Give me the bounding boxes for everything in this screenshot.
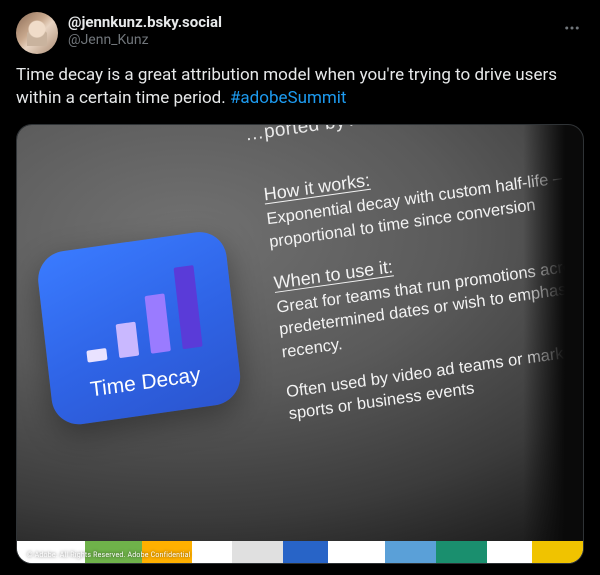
user-names[interactable]: @jennkunz.bsky.social @Jenn_Kunz (68, 12, 222, 49)
ellipsis-icon (563, 19, 581, 37)
time-decay-card: Time Decay (35, 228, 243, 427)
more-button[interactable] (556, 12, 588, 44)
tweet-header: @jennkunz.bsky.social @Jenn_Kunz (16, 12, 584, 54)
avatar[interactable] (16, 12, 58, 54)
card-label: Time Decay (89, 363, 202, 402)
user-handle: @Jenn_Kunz (68, 32, 222, 50)
slide-footer-text: © Adobe. All Rights Reserved. Adobe Conf… (27, 551, 191, 559)
slide-top-caption: …ported by Attribution IQ (244, 124, 465, 147)
display-name: @jennkunz.bsky.social (68, 13, 222, 32)
tweet-container: @jennkunz.bsky.social @Jenn_Kunz Time de… (0, 0, 600, 564)
slide-content: …ported by Attribution IQ Time Decay How… (16, 124, 584, 564)
photo-right-shadow (523, 125, 583, 563)
slide-photo: …ported by Attribution IQ Time Decay How… (17, 125, 583, 563)
tweet-text: Time decay is a great attribution model … (16, 64, 584, 110)
bar-chart-icon (78, 265, 202, 363)
media-attachment[interactable]: …ported by Attribution IQ Time Decay How… (16, 124, 584, 564)
hashtag-link[interactable]: #adobeSummit (230, 88, 347, 108)
